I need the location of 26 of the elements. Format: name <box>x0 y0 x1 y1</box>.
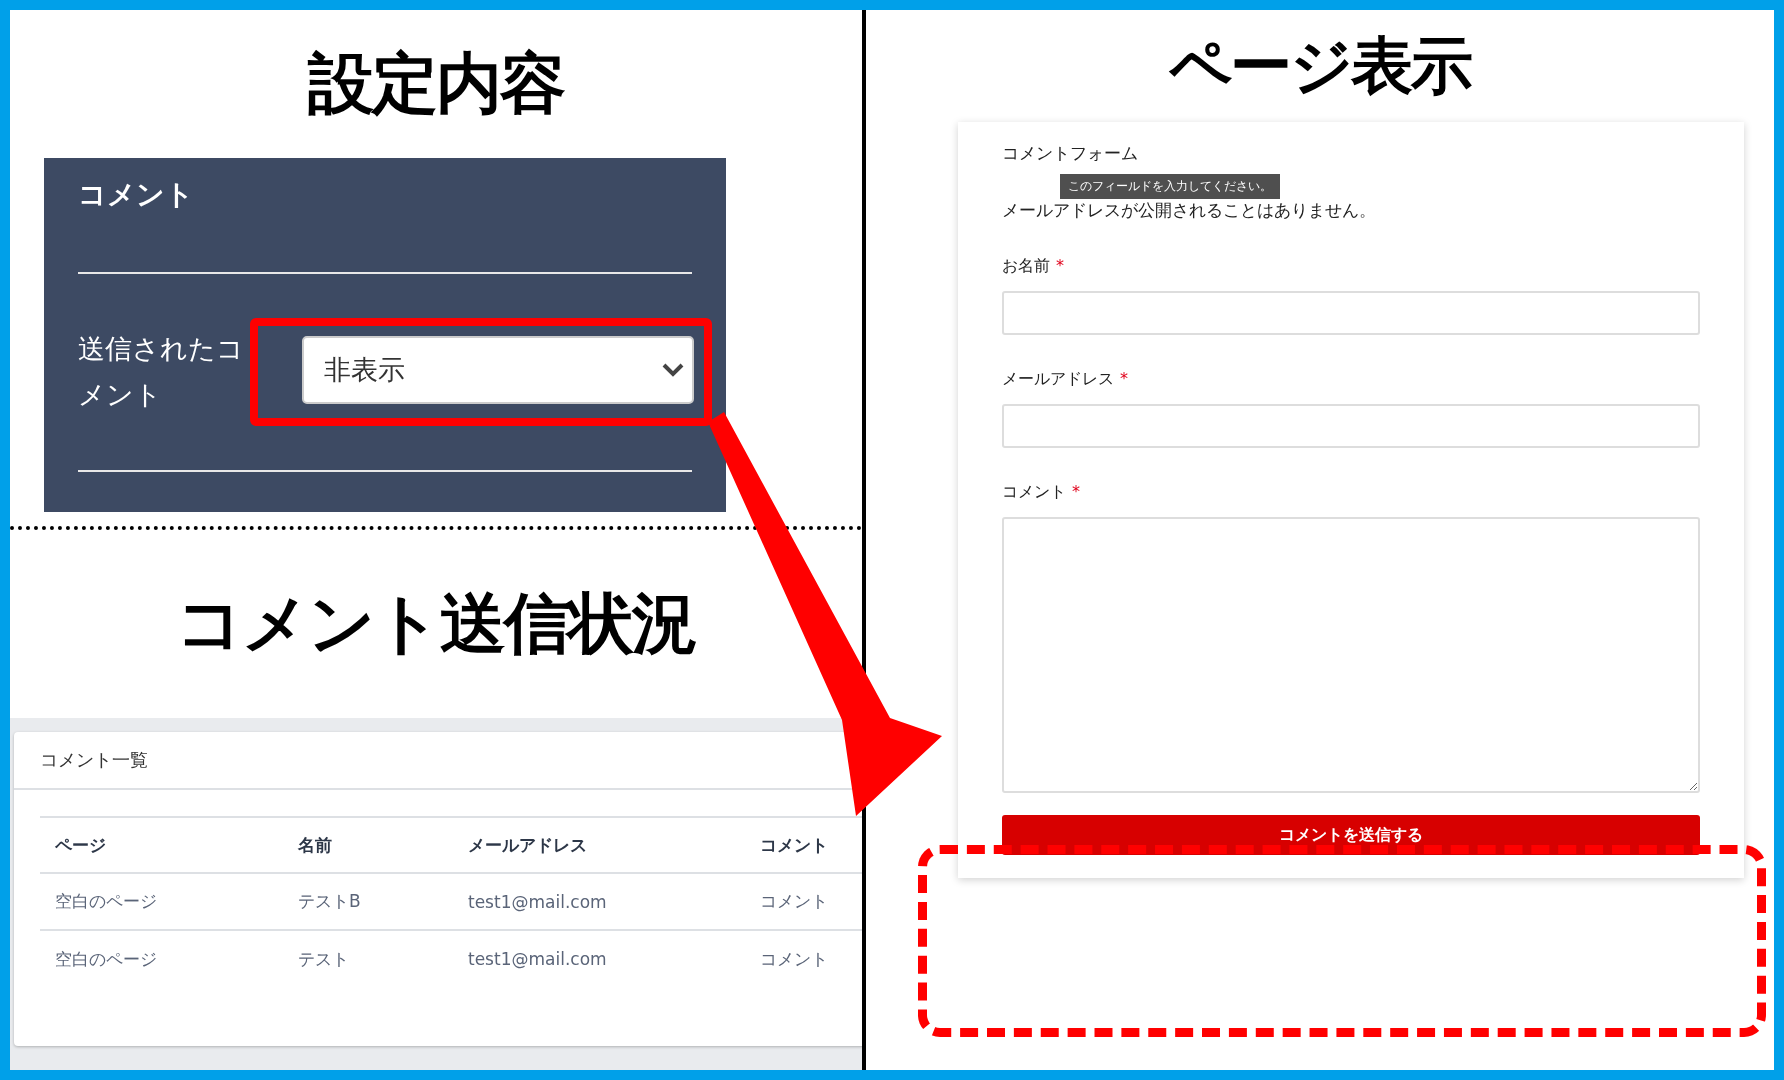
tooltip: このフィールドを入力してください。 <box>1060 174 1280 199</box>
field-label: 送信されたコメント <box>78 332 245 412</box>
field-label: コメント * <box>1002 482 1081 503</box>
required-mark: * <box>1120 369 1128 388</box>
notice-text: メールアドレスが公開されることはありません。 <box>1002 199 1377 222</box>
table-cell: 空白のページ <box>40 873 283 930</box>
table-cell: テスト <box>283 930 453 987</box>
column-header: ページ <box>40 817 283 873</box>
form-title: コメントフォーム <box>1002 142 1139 165</box>
card-title: コメント一覧 <box>40 748 148 772</box>
section-heading: コメント送信状況 <box>176 584 696 664</box>
table-cell: test1@mail.com <box>453 873 745 930</box>
panel-title: コメント <box>78 177 194 213</box>
table-cell: test1@mail.com <box>453 930 745 987</box>
column-header: 名前 <box>283 817 453 873</box>
table-cell: コメント <box>745 930 862 987</box>
required-mark: * <box>1072 482 1080 501</box>
field-label: お名前 * <box>1002 256 1065 277</box>
table-cell: テストB <box>283 873 453 930</box>
field-label: メールアドレス * <box>1002 369 1129 390</box>
table-cell: 空白のページ <box>40 930 283 987</box>
column-header: メールアドレス <box>453 817 745 873</box>
select-dropdown[interactable]: 非表示 <box>302 336 694 404</box>
required-mark: * <box>1056 256 1064 275</box>
section-heading: 設定内容 <box>308 44 564 124</box>
section-heading: ページ表示 <box>1169 28 1471 104</box>
